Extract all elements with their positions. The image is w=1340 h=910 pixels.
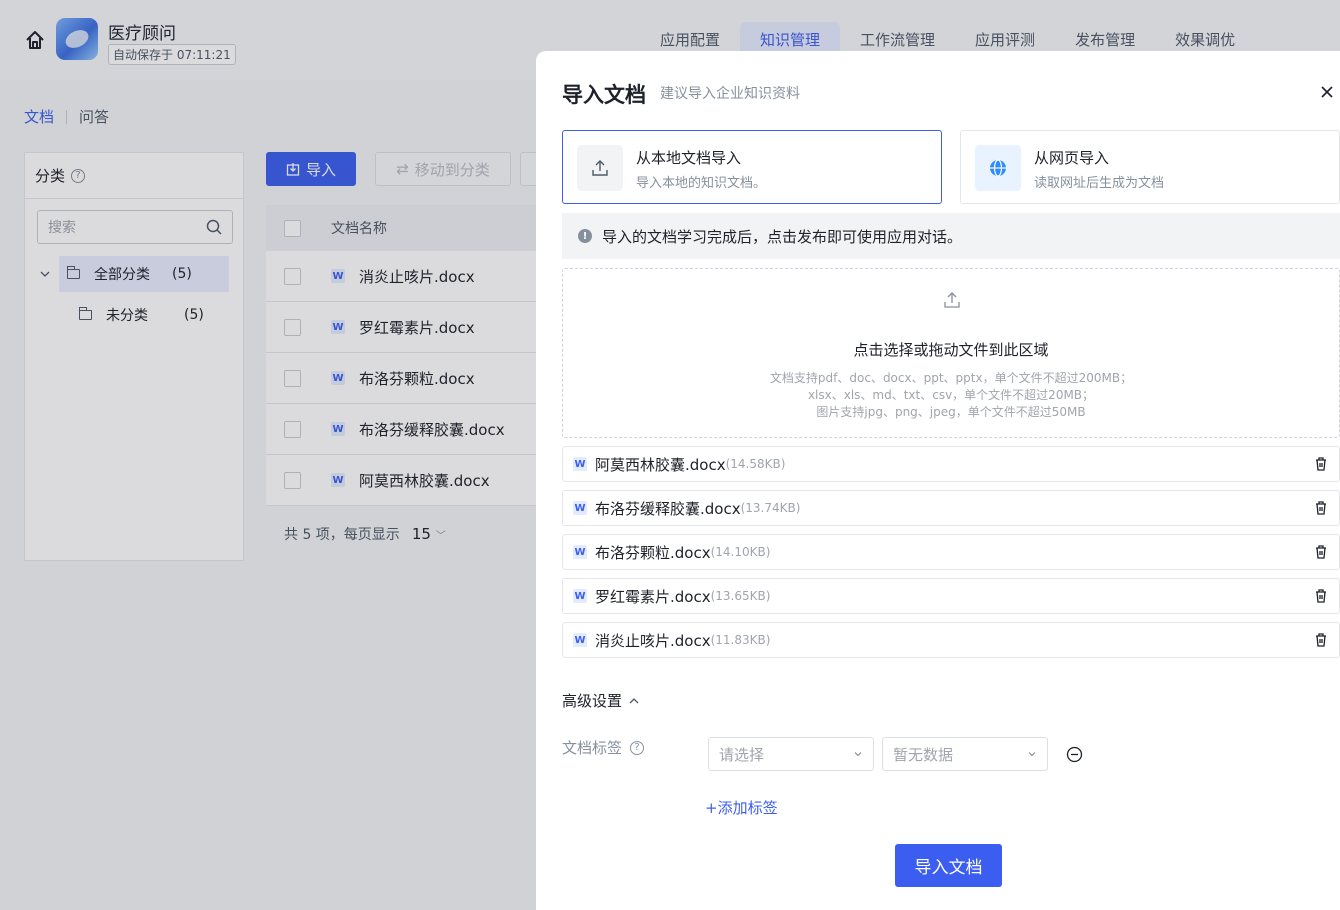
file-size: (14.10KB) xyxy=(710,545,771,559)
web-import-option[interactable]: 从网页导入 读取网址后生成为文档 xyxy=(960,130,1340,204)
file-name: 布洛芬颗粒.docx xyxy=(595,543,711,562)
uploaded-file-item: W 罗红霉素片.docx (13.65KB) xyxy=(562,578,1340,614)
trash-icon[interactable] xyxy=(1313,544,1329,560)
upload-icon xyxy=(577,145,623,191)
trash-icon[interactable] xyxy=(1313,632,1329,648)
drawer-title: 导入文档 xyxy=(562,83,646,107)
local-import-title: 从本地文档导入 xyxy=(636,149,742,167)
drawer-subtitle: 建议导入企业知识资料 xyxy=(660,86,800,102)
tag-value-select[interactable]: 暂无数据 xyxy=(882,737,1048,771)
select-placeholder: 请选择 xyxy=(719,745,765,764)
web-import-title: 从网页导入 xyxy=(1034,149,1110,167)
file-name: 消炎止咳片.docx xyxy=(595,631,711,650)
advanced-settings-label: 高级设置 xyxy=(562,692,623,710)
info-icon: ! xyxy=(578,229,592,243)
tag-label-text: 文档标签 xyxy=(562,739,623,757)
advanced-settings-toggle[interactable]: 高级设置 xyxy=(562,690,640,711)
remove-tag-icon[interactable] xyxy=(1066,746,1083,763)
word-file-icon: W xyxy=(573,633,587,647)
word-file-icon: W xyxy=(573,589,587,603)
close-icon[interactable] xyxy=(1316,81,1338,103)
document-tag-label: 文档标签 ? xyxy=(562,737,645,758)
info-banner: ! 导入的文档学习完成后，点击发布即可使用应用对话。 xyxy=(562,213,1340,259)
file-size: (13.65KB) xyxy=(710,589,771,603)
file-size: (14.58KB) xyxy=(725,457,786,471)
select-no-data: 暂无数据 xyxy=(893,745,954,764)
info-text: 导入的文档学习完成后，点击发布即可使用应用对话。 xyxy=(602,227,963,246)
import-document-drawer: 导入文档 建议导入企业知识资料 从本地文档导入 导入本地的知识文档。 从网页导入… xyxy=(536,51,1340,910)
chevron-down-icon xyxy=(854,752,862,757)
local-import-desc: 导入本地的知识文档。 xyxy=(636,176,767,191)
dropzone-hint: 图片支持jpg、png、jpeg，单个文件不超过50MB xyxy=(816,405,1086,419)
trash-icon[interactable] xyxy=(1313,588,1329,604)
dropzone-hint: xlsx、xls、md、txt、csv，单个文件不超过20MB； xyxy=(807,388,1095,402)
globe-icon xyxy=(975,145,1021,191)
word-file-icon: W xyxy=(573,545,587,559)
trash-icon[interactable] xyxy=(1313,500,1329,516)
uploaded-file-item: W 布洛芬颗粒.docx (14.10KB) xyxy=(562,534,1340,570)
dropzone-title: 点击选择或拖动文件到此区域 xyxy=(853,341,1049,359)
local-import-option[interactable]: 从本地文档导入 导入本地的知识文档。 xyxy=(562,130,942,204)
file-name: 罗红霉素片.docx xyxy=(595,587,711,606)
word-file-icon: W xyxy=(573,457,587,471)
file-name: 阿莫西林胶囊.docx xyxy=(595,455,726,474)
file-dropzone[interactable]: 点击选择或拖动文件到此区域 文档支持pdf、doc、docx、ppt、pptx，… xyxy=(562,268,1340,438)
file-size: (11.83KB) xyxy=(710,633,771,647)
trash-icon[interactable] xyxy=(1313,456,1329,472)
add-tag-link[interactable]: +添加标签 xyxy=(705,797,778,818)
word-file-icon: W xyxy=(573,501,587,515)
dropzone-hint: 文档支持pdf、doc、docx、ppt、pptx，单个文件不超过200MB； xyxy=(769,371,1133,385)
help-icon[interactable]: ? xyxy=(630,740,645,755)
chevron-down-icon xyxy=(1028,752,1036,757)
chevron-up-icon xyxy=(629,697,639,703)
file-name: 布洛芬缓释胶囊.docx xyxy=(595,499,741,518)
tag-key-select[interactable]: 请选择 xyxy=(708,737,874,771)
uploaded-file-item: W 布洛芬缓释胶囊.docx (13.74KB) xyxy=(562,490,1340,526)
uploaded-file-item: W 消炎止咳片.docx (11.83KB) xyxy=(562,622,1340,658)
file-size: (13.74KB) xyxy=(740,501,801,515)
upload-icon xyxy=(944,292,960,308)
submit-import-button[interactable]: 导入文档 xyxy=(895,844,1002,887)
web-import-desc: 读取网址后生成为文档 xyxy=(1034,176,1165,191)
uploaded-file-item: W 阿莫西林胶囊.docx (14.58KB) xyxy=(562,446,1340,482)
